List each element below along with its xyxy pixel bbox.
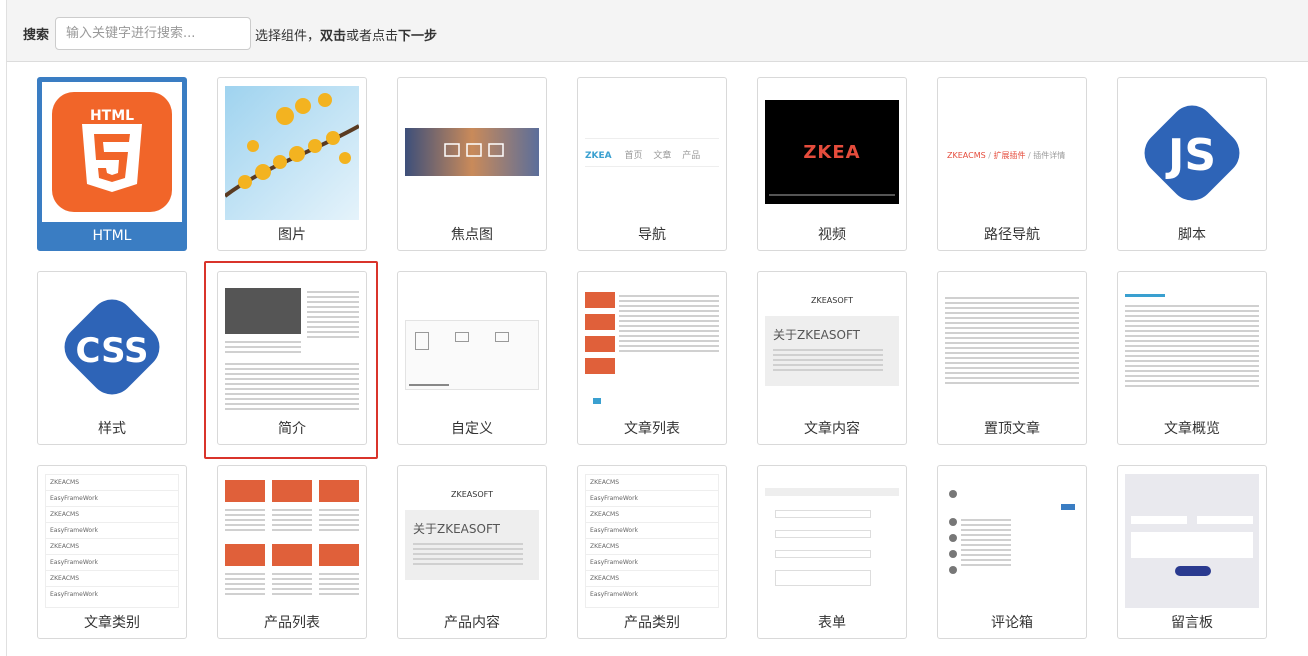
widget-label: 文章内容 xyxy=(804,421,860,437)
selection-highlight xyxy=(204,261,378,459)
widget-label: 导航 xyxy=(638,227,666,243)
widget-product-content[interactable]: ZKEASOFT 关于ZKEASOFT 产品内容 xyxy=(397,465,547,639)
product-content-thumb: ZKEASOFT 关于ZKEASOFT xyxy=(405,474,539,608)
js-icon: JS xyxy=(1125,86,1259,220)
svg-text:CSS: CSS xyxy=(75,331,148,371)
widget-label: 产品类别 xyxy=(624,615,680,631)
widget-label: 文章概览 xyxy=(1164,421,1220,437)
widget-video[interactable]: ZKEA 视频 xyxy=(757,77,907,251)
comment-box-thumb xyxy=(945,474,1079,608)
message-board-thumb xyxy=(1125,474,1259,608)
widget-label: 路径导航 xyxy=(984,227,1040,243)
widget-carousel[interactable]: 焦点图 xyxy=(397,77,547,251)
widget-message-board[interactable]: 留言板 xyxy=(1117,465,1267,639)
article-category-thumb: ZKEACMS EasyFrameWork ZKEACMS EasyFrameW… xyxy=(45,474,179,608)
widget-article-content[interactable]: ZKEASOFT 关于ZKEASOFT 文章内容 xyxy=(757,271,907,445)
widget-label: 样式 xyxy=(98,421,126,437)
html5-icon: HTML xyxy=(42,82,182,222)
widget-navigation[interactable]: ZKEA 首页 文章 产品 导航 xyxy=(577,77,727,251)
nav-thumb: ZKEA 首页 文章 产品 xyxy=(585,86,719,220)
toolbar: 搜索 选择组件，双击或者点击下一步 xyxy=(6,0,1308,62)
widget-label: 焦点图 xyxy=(451,227,493,243)
widget-label: 产品内容 xyxy=(444,615,500,631)
widget-html[interactable]: HTML HTML xyxy=(37,77,187,251)
top-article-thumb xyxy=(945,280,1079,414)
widget-form[interactable]: 表单 xyxy=(757,465,907,639)
breadcrumb-thumb: ZKEACMS / 扩展插件 / 插件详情 xyxy=(947,151,1066,160)
widget-comment-box[interactable]: 评论箱 xyxy=(937,465,1087,639)
carousel-thumb xyxy=(405,86,539,220)
video-thumb: ZKEA xyxy=(765,86,899,220)
widget-label: 文章列表 xyxy=(624,421,680,437)
widget-article-category[interactable]: ZKEACMS EasyFrameWork ZKEACMS EasyFrameW… xyxy=(37,465,187,639)
widget-label: 视频 xyxy=(818,227,846,243)
widget-product-category[interactable]: ZKEACMS EasyFrameWork ZKEACMS EasyFrameW… xyxy=(577,465,727,639)
widget-product-list[interactable]: 产品列表 xyxy=(217,465,367,639)
hint-text: 选择组件，双击或者点击下一步 xyxy=(255,29,438,44)
left-border xyxy=(6,62,7,656)
widget-custom[interactable]: 自定义 xyxy=(397,271,547,445)
form-thumb xyxy=(765,474,899,608)
svg-text:HTML: HTML xyxy=(90,108,134,124)
search-label: 搜索 xyxy=(23,28,50,43)
widget-image[interactable]: 图片 xyxy=(217,77,367,251)
article-content-thumb: ZKEASOFT 关于ZKEASOFT xyxy=(765,280,899,414)
product-category-thumb: ZKEACMS EasyFrameWork ZKEACMS EasyFrameW… xyxy=(585,474,719,608)
widget-style[interactable]: CSS 样式 xyxy=(37,271,187,445)
widget-label: 产品列表 xyxy=(264,615,320,631)
widget-article-overview[interactable]: 文章概览 xyxy=(1117,271,1267,445)
widget-label: 表单 xyxy=(818,615,846,631)
svg-text:JS: JS xyxy=(1165,130,1216,181)
widget-label: 评论箱 xyxy=(991,615,1033,631)
article-list-thumb xyxy=(585,280,719,414)
widget-top-article[interactable]: 置顶文章 xyxy=(937,271,1087,445)
widget-label: HTML xyxy=(92,228,132,244)
widget-label: 自定义 xyxy=(451,421,493,437)
widget-breadcrumb[interactable]: ZKEACMS / 扩展插件 / 插件详情 路径导航 xyxy=(937,77,1087,251)
custom-thumb xyxy=(405,280,539,414)
flower-image xyxy=(225,86,359,220)
widget-label: 图片 xyxy=(278,227,306,243)
article-overview-thumb xyxy=(1125,280,1259,414)
widget-label: 置顶文章 xyxy=(984,421,1040,437)
product-list-thumb xyxy=(225,474,359,608)
search-input[interactable] xyxy=(55,17,251,50)
widget-script[interactable]: JS 脚本 xyxy=(1117,77,1267,251)
widget-label: 留言板 xyxy=(1171,615,1213,631)
widget-article-list[interactable]: 文章列表 xyxy=(577,271,727,445)
widget-label: 脚本 xyxy=(1178,227,1206,243)
widget-label: 文章类别 xyxy=(84,615,140,631)
css-icon: CSS xyxy=(45,280,179,414)
